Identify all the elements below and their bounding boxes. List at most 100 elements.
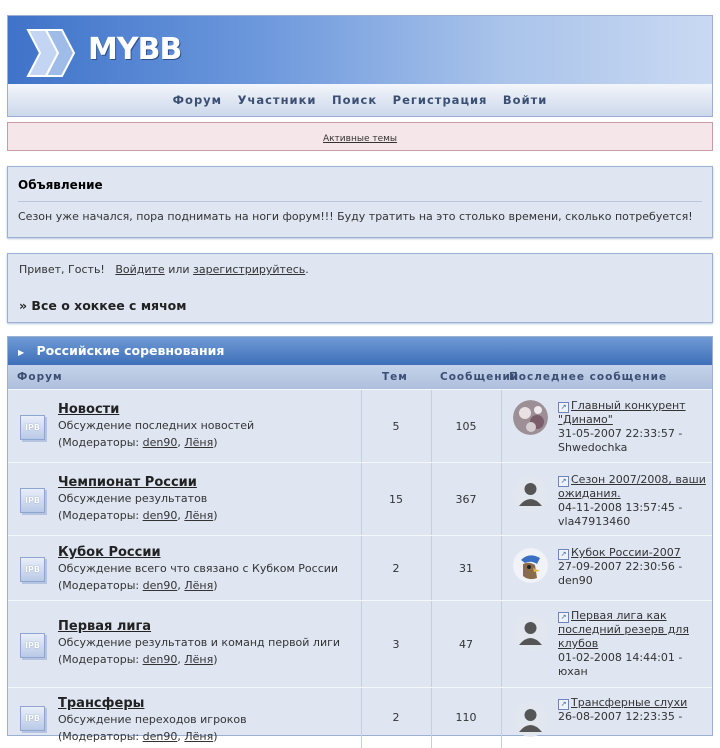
- forum-icon-cell: IPB: [8, 536, 54, 601]
- moderator-link[interactable]: den90: [143, 653, 178, 666]
- category-title: Российские соревнования: [36, 343, 225, 358]
- forum-category-table: ▶ Российские соревнования Форум Тем Сооб…: [7, 336, 713, 748]
- topics-count: 2: [392, 562, 400, 575]
- last-post-info: ↗ Кубок России-2007 27-09-2007 22:30:56 -d…: [558, 546, 708, 588]
- moderators-close: ): [213, 509, 218, 522]
- user-avatar[interactable]: [513, 476, 548, 511]
- topics-count-cell: 5: [361, 390, 432, 463]
- nav-forum[interactable]: Форум: [173, 93, 222, 107]
- posts-count-cell: 31: [431, 536, 502, 601]
- last-post-date: 31-05-2007 22:33:57 -: [558, 427, 683, 440]
- col-posts: Сообщений: [440, 371, 520, 383]
- forum-status-icon: IPB: [20, 415, 45, 440]
- forum-description: Обсуждение последних новостей: [58, 419, 255, 432]
- announcement-divider: [18, 201, 702, 202]
- posts-count: 105: [455, 420, 477, 433]
- topic-link-icon[interactable]: ↗: [558, 699, 569, 710]
- moderators-close: ): [213, 436, 218, 449]
- topic-link-icon[interactable]: ↗: [558, 402, 569, 413]
- forum-title-link[interactable]: Новости: [58, 402, 358, 417]
- last-post-date: 27-09-2007 22:30:56 -: [558, 560, 683, 573]
- login-link[interactable]: Войдите: [115, 263, 164, 276]
- category-header[interactable]: ▶ Российские соревнования: [8, 337, 712, 365]
- moderators-close: ): [213, 653, 218, 666]
- moderators-close: ): [213, 579, 218, 592]
- moderators-label: (Модераторы:: [58, 653, 140, 666]
- last-post-cell: ↗ Сезон 2007/2008, ваши ожидания. 04-11-20…: [501, 463, 712, 536]
- col-forum: Форум: [17, 371, 63, 383]
- topics-count-cell: 3: [361, 601, 432, 688]
- moderator-link[interactable]: Лёня: [184, 730, 213, 743]
- forum-title-link[interactable]: Кубок России: [58, 545, 358, 560]
- last-post-title-link[interactable]: Главный конкурент "Динамо": [558, 399, 686, 426]
- column-header-row: Форум Тем Сообщений Последнее сообщение: [8, 365, 712, 389]
- active-topics-link[interactable]: Активные темы: [323, 134, 397, 144]
- last-post-cell: ↗ Трансферные слухи 26-08-2007 12:23:35 -: [501, 688, 712, 748]
- moderators-label: (Модераторы:: [58, 730, 140, 743]
- forum-row: IPB Первая лига Обсуждение результатов и к…: [8, 600, 712, 688]
- user-avatar[interactable]: [513, 615, 548, 650]
- last-post-date: 01-02-2008 14:44:01 -: [558, 651, 683, 664]
- posts-count: 31: [459, 562, 473, 575]
- forum-status-icon: IPB: [20, 706, 45, 731]
- moderators-close: ): [213, 730, 218, 743]
- topics-count: 3: [392, 638, 400, 651]
- or-text: или: [168, 263, 190, 276]
- logo-text[interactable]: MYBB: [88, 32, 182, 67]
- last-post-title-link[interactable]: Трансферные слухи: [571, 696, 687, 709]
- moderator-link[interactable]: den90: [143, 730, 178, 743]
- forum-info-cell: Новости Обсуждение последних новостей (Мод…: [54, 390, 362, 463]
- topics-count-cell: 2: [361, 688, 432, 748]
- moderator-link[interactable]: Лёня: [184, 653, 213, 666]
- last-post-title-link[interactable]: Сезон 2007/2008, ваши ожидания.: [558, 473, 706, 500]
- active-topics-bar: Активные темы: [7, 122, 713, 151]
- site-header: MYBB: [7, 15, 713, 85]
- nav-register[interactable]: Регистрация: [393, 93, 488, 107]
- posts-count: 367: [455, 493, 477, 506]
- nav-members[interactable]: Участники: [238, 93, 317, 107]
- last-post-info: ↗ Сезон 2007/2008, ваши ожидания. 04-11-20…: [558, 473, 708, 529]
- moderator-link[interactable]: den90: [143, 436, 178, 449]
- last-post-date: 04-11-2008 13:57:45 -: [558, 501, 683, 514]
- topic-link-icon[interactable]: ↗: [558, 612, 569, 623]
- forum-title-link[interactable]: Трансферы: [58, 696, 358, 711]
- last-post-author: vla47913460: [558, 515, 631, 528]
- last-post-title-link[interactable]: Первая лига как последний резерв для клу…: [558, 609, 689, 650]
- greeting-text: Привет, Гость!: [19, 263, 105, 276]
- posts-count-cell: 110: [431, 688, 502, 748]
- forum-icon-cell: IPB: [8, 463, 54, 536]
- moderator-link[interactable]: Лёня: [184, 579, 213, 592]
- last-post-author: юхан: [558, 665, 588, 678]
- posts-count: 47: [459, 638, 473, 651]
- forum-title-link[interactable]: Первая лига: [58, 619, 358, 634]
- register-link[interactable]: зарегистрируйтесь: [193, 263, 305, 276]
- last-post-date: 26-08-2007 12:23:35 -: [558, 710, 683, 723]
- nav-search[interactable]: Поиск: [332, 93, 377, 107]
- moderator-link[interactable]: Лёня: [184, 509, 213, 522]
- last-post-info: ↗ Первая лига как последний резерв для кл…: [558, 609, 708, 679]
- moderator-link[interactable]: den90: [143, 509, 178, 522]
- forum-moderators: (Модераторы: den90, Лёня): [58, 436, 218, 449]
- topics-count: 2: [392, 711, 400, 724]
- user-avatar[interactable]: [513, 548, 548, 583]
- moderator-link[interactable]: den90: [143, 579, 178, 592]
- forum-moderators: (Модераторы: den90, Лёня): [58, 653, 218, 666]
- topic-link-icon[interactable]: ↗: [558, 476, 569, 487]
- posts-count-cell: 367: [431, 463, 502, 536]
- topic-link-icon[interactable]: ↗: [558, 549, 569, 560]
- nav-login[interactable]: Войти: [503, 93, 547, 107]
- last-post-title-link[interactable]: Кубок России-2007: [571, 546, 681, 559]
- forum-description: Обсуждение всего что связано с Кубком Ро…: [58, 562, 339, 575]
- posts-count: 110: [455, 711, 477, 724]
- forum-moderators: (Модераторы: den90, Лёня): [58, 509, 218, 522]
- collapse-arrow-icon[interactable]: ▶: [18, 348, 24, 357]
- topics-count-cell: 15: [361, 463, 432, 536]
- board-title[interactable]: » Все о хоккее с мячом: [19, 298, 701, 313]
- forum-status-icon: IPB: [20, 488, 45, 513]
- user-avatar[interactable]: [513, 400, 548, 435]
- forum-row: IPB Чемпионат России Обсуждение результато…: [8, 462, 712, 536]
- announcement-title: Объявление: [18, 178, 103, 192]
- forum-info-cell: Кубок России Обсуждение всего что связано…: [54, 536, 362, 601]
- forum-title-link[interactable]: Чемпионат России: [58, 475, 358, 490]
- moderator-link[interactable]: Лёня: [184, 436, 213, 449]
